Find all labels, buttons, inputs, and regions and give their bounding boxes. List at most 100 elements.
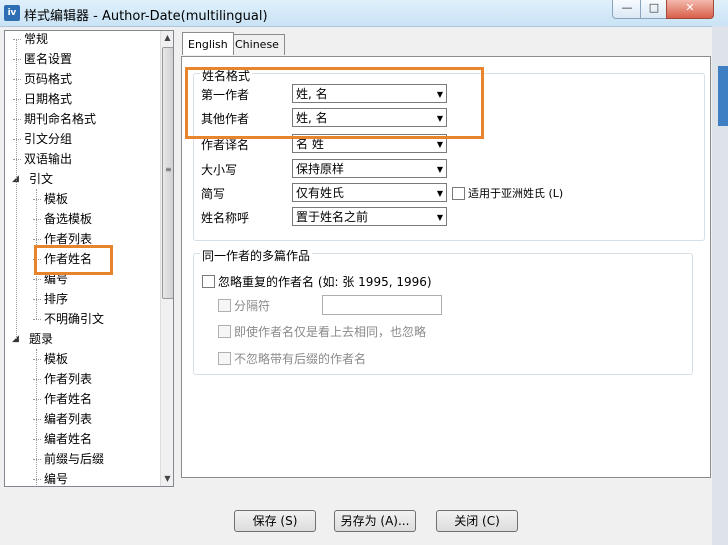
tree-item[interactable]: ◢ 引文 [12, 169, 54, 189]
tree-item[interactable]: 常规 [13, 31, 49, 49]
grip-icon: ≡ [165, 165, 172, 174]
scroll-down-icon[interactable]: ▼ [161, 472, 173, 486]
tree-connector [13, 59, 21, 60]
tree-item-label: 作者姓名 [44, 392, 93, 406]
tree-connector [33, 279, 41, 280]
tree-connector [13, 139, 21, 140]
tree-item[interactable]: 日期格式 [13, 89, 72, 109]
tree-guide-line [16, 39, 17, 339]
asian-surname-label: 适用于亚洲姓氏 (L) [468, 187, 564, 200]
tree-connector [33, 199, 41, 200]
tree-connector [33, 419, 41, 420]
tree-item-label: 不明确引文 [44, 312, 105, 326]
tree-item-label: 作者列表 [44, 372, 93, 386]
separator-checkbox[interactable] [218, 299, 231, 312]
tree-item-label: 引文 [29, 172, 54, 186]
tree-connector [33, 459, 41, 460]
tree-item[interactable]: 编者姓名 [33, 429, 92, 449]
tree-item-label: 作者列表 [44, 232, 93, 246]
tree-connector [33, 479, 41, 480]
dont-omit-suffix-label: 不忽略带有后缀的作者名 [234, 352, 367, 366]
tree-item[interactable]: 模板 [33, 349, 68, 369]
maximize-button[interactable]: □ [640, 0, 668, 19]
tree-item[interactable]: ◢ 题录 [12, 329, 54, 349]
tree-item[interactable]: 双语输出 [13, 149, 72, 169]
tree-item-label: 备选模板 [44, 212, 93, 226]
tree-item-label: 模板 [44, 352, 69, 366]
chevron-down-icon: ▼ [436, 189, 443, 198]
tree-connector [13, 119, 21, 120]
title-bar: ⅳ 样式编辑器 - Author-Date(multilingual) — □ … [0, 0, 728, 27]
minimize-button[interactable]: — [612, 0, 642, 19]
omit-repeated-label: 忽略重复的作者名 (如: 张 1995, 1996) [218, 275, 432, 289]
tree-item-label: 题录 [29, 332, 54, 346]
scroll-up-icon[interactable]: ▲ [161, 31, 173, 45]
asian-surname-checkbox[interactable] [452, 187, 465, 200]
tree-connector [13, 39, 21, 40]
tree-item[interactable]: 排序 [33, 289, 68, 309]
tree-item-label: 引文分组 [24, 132, 73, 146]
tree-connector [33, 439, 41, 440]
tree-item-label: 期刊命名格式 [24, 112, 97, 126]
tree-item-label: 编号 [44, 472, 69, 486]
tree-item[interactable]: 备选模板 [33, 209, 92, 229]
tree-item[interactable]: 编号 [33, 469, 69, 486]
save-as-button[interactable]: 另存为 (A)... [334, 510, 416, 532]
honorific-select[interactable]: 置于姓名之前 ▼ [292, 207, 447, 226]
tree-item[interactable]: 作者列表 [33, 369, 92, 389]
selected-item-highlight [34, 245, 113, 275]
tree-connector [33, 299, 41, 300]
chevron-down-icon: ▼ [436, 213, 443, 222]
tree-connector [33, 399, 41, 400]
abbreviation-select[interactable]: 仅有姓氏 ▼ [292, 183, 447, 202]
omit-if-same-label: 即使作者名仅是看上去相同，也忽略 [234, 325, 427, 339]
save-button[interactable]: 保存 (S) [234, 510, 316, 532]
dont-omit-suffix-checkbox[interactable] [218, 352, 231, 365]
tree-item[interactable]: 页码格式 [13, 69, 72, 89]
tree-item[interactable]: 前缀与后缀 [33, 449, 104, 469]
tree-item-label: 前缀与后缀 [44, 452, 105, 466]
tree-item[interactable]: 引文分组 [13, 129, 72, 149]
tree-item-label: 模板 [44, 192, 69, 206]
honorific-label: 姓名称呼 [201, 211, 250, 225]
tree-item-label: 双语输出 [24, 152, 73, 166]
tree-item-label: 页码格式 [24, 72, 73, 86]
tree-item[interactable]: 期刊命名格式 [13, 109, 96, 129]
tree-item-label: 匿名设置 [24, 52, 73, 66]
tree-item[interactable]: 不明确引文 [33, 309, 104, 329]
separator-label: 分隔符 [234, 299, 271, 313]
author-format-highlight [185, 67, 484, 139]
background-window-edge [712, 26, 728, 545]
tree-item-label: 编者列表 [44, 412, 93, 426]
tree-item[interactable]: 匿名设置 [13, 49, 72, 69]
omit-if-same-checkbox[interactable] [218, 325, 231, 338]
tree-item[interactable]: 编者列表 [33, 409, 92, 429]
tree-item-label: 常规 [24, 32, 49, 46]
close-window-button[interactable]: ✕ [666, 0, 714, 19]
tree-item[interactable]: 作者姓名 [33, 389, 92, 409]
chevron-down-icon: ▼ [436, 165, 443, 174]
tree-connector [33, 319, 41, 320]
tree-scrollbar[interactable]: ▲ ≡ ▼ [160, 31, 173, 486]
capitalization-select[interactable]: 保持原样 ▼ [292, 159, 447, 178]
abbreviation-value: 仅有姓氏 [296, 186, 345, 200]
tree-item-label: 日期格式 [24, 92, 73, 106]
tab-english[interactable]: English [182, 32, 234, 55]
tree-item-label: 编者姓名 [44, 432, 93, 446]
separator-input[interactable] [322, 295, 442, 315]
scroll-thumb[interactable]: ≡ [162, 47, 173, 299]
tree-connector [33, 219, 41, 220]
tab-chinese[interactable]: Chinese [229, 34, 285, 55]
tree-connector [13, 159, 21, 160]
tree-guide-line [36, 349, 37, 486]
capitalization-value: 保持原样 [296, 162, 345, 176]
app-logo-icon: ⅳ [4, 5, 20, 21]
tree-item[interactable]: 模板 [33, 189, 68, 209]
tree-connector [13, 99, 21, 100]
window-title: 样式编辑器 - Author-Date(multilingual) [24, 9, 268, 24]
tree-connector [33, 379, 41, 380]
omit-repeated-checkbox[interactable] [202, 275, 215, 288]
same-author-title: 同一作者的多篇作品 [200, 247, 313, 264]
abbreviation-label: 简写 [201, 187, 226, 201]
close-button[interactable]: 关闭 (C) [436, 510, 518, 532]
